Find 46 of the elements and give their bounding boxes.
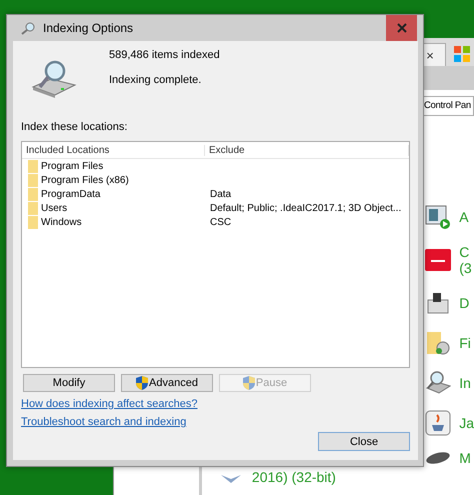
column-header[interactable]: Included Locations: [22, 144, 205, 156]
device-icon[interactable]: [425, 290, 452, 316]
control-panel-item[interactable]: M: [459, 450, 471, 466]
tab-close-button[interactable]: ×: [426, 48, 434, 62]
cup-icon[interactable]: [425, 410, 452, 436]
control-panel-item[interactable]: In: [459, 375, 471, 391]
box-icon: [220, 473, 242, 485]
control-panel-item[interactable]: (3: [459, 260, 472, 276]
app-icon[interactable]: [425, 247, 452, 273]
folder-icon: [28, 174, 38, 186]
folder-clock-icon[interactable]: [425, 330, 452, 356]
folder-icon: [28, 202, 38, 214]
close-button[interactable]: Close: [318, 432, 410, 451]
control-panel-item[interactable]: C: [459, 244, 472, 260]
program-name: 2016) (32-bit): [252, 469, 336, 485]
status-text: Indexing complete.: [109, 74, 202, 86]
exclude-cell: Data: [210, 188, 232, 200]
drive-search-icon: [31, 59, 77, 99]
exclude-cell: CSC: [210, 216, 232, 228]
control-panel-item[interactable]: A: [459, 209, 469, 225]
help-link[interactable]: How does indexing affect searches?: [21, 398, 198, 410]
column-header[interactable]: Exclude: [205, 144, 409, 156]
action-button[interactable]: Advanced: [121, 374, 213, 392]
windows-logo-icon[interactable]: [454, 46, 470, 62]
window-title: Indexing Options: [43, 21, 134, 35]
control-panel-item[interactable]: Fi: [459, 335, 471, 351]
media-icon[interactable]: [425, 204, 452, 230]
mouse-icon[interactable]: [425, 451, 452, 465]
control-panel-item[interactable]: D: [459, 295, 470, 311]
folder-icon: [28, 216, 38, 228]
action-button[interactable]: Modify: [23, 374, 115, 392]
location-cell[interactable]: Users: [41, 202, 68, 214]
close-icon[interactable]: [386, 15, 417, 41]
location-cell[interactable]: Program Files: [41, 160, 104, 172]
drive-search-icon[interactable]: [425, 370, 452, 396]
section-label: Index these locations:: [21, 121, 128, 133]
location-cell[interactable]: Windows: [41, 216, 82, 228]
exclude-cell: Default; Public; .IdeaIC2017.1; 3D Object...: [210, 202, 402, 214]
folder-icon: [28, 188, 38, 200]
items-count: 589,486 items indexed: [109, 49, 220, 61]
help-link[interactable]: Troubleshoot search and indexing: [21, 416, 186, 428]
location-cell[interactable]: Program Files (x86): [41, 174, 129, 186]
location-cell[interactable]: ProgramData: [41, 188, 100, 200]
magnifier-icon: [21, 21, 37, 35]
control-panel-item[interactable]: Ja: [459, 415, 474, 431]
folder-icon: [28, 160, 38, 172]
